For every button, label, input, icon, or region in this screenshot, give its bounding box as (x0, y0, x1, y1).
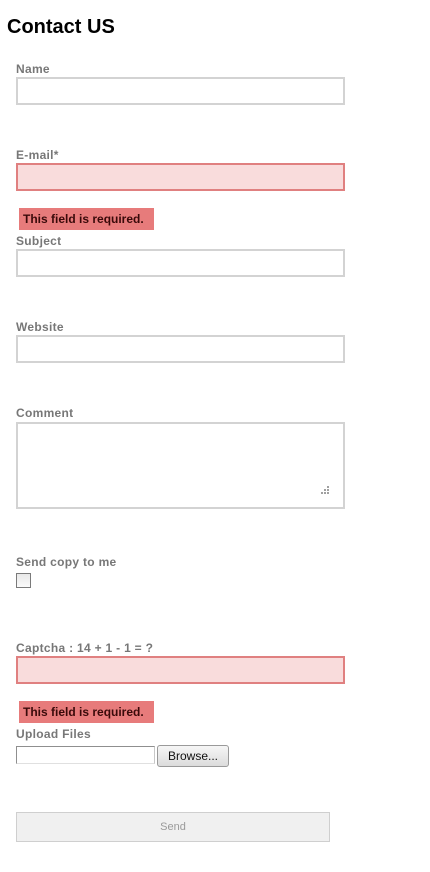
page-title: Contact US (7, 16, 115, 38)
subject-input[interactable] (16, 249, 345, 277)
upload-files-label: Upload Files (16, 727, 91, 741)
subject-label: Subject (16, 234, 62, 248)
website-label: Website (16, 320, 64, 334)
comment-label: Comment (16, 406, 74, 420)
browse-button[interactable]: Browse... (157, 745, 229, 767)
send-copy-checkbox[interactable] (16, 573, 31, 588)
file-path-field[interactable] (16, 746, 155, 764)
captcha-error-message: This field is required. (19, 701, 154, 723)
captcha-label: Captcha : 14 + 1 - 1 = ? (16, 641, 154, 655)
comment-textarea[interactable] (16, 422, 345, 509)
send-button[interactable]: Send (16, 812, 330, 842)
send-copy-label: Send copy to me (16, 555, 117, 569)
website-input[interactable] (16, 335, 345, 363)
email-input[interactable] (16, 163, 345, 191)
email-error-message: This field is required. (19, 208, 154, 230)
name-input[interactable] (16, 77, 345, 105)
email-label: E-mail* (16, 148, 59, 162)
resize-grip-icon[interactable] (318, 484, 330, 496)
name-label: Name (16, 62, 50, 76)
captcha-input[interactable] (16, 656, 345, 684)
